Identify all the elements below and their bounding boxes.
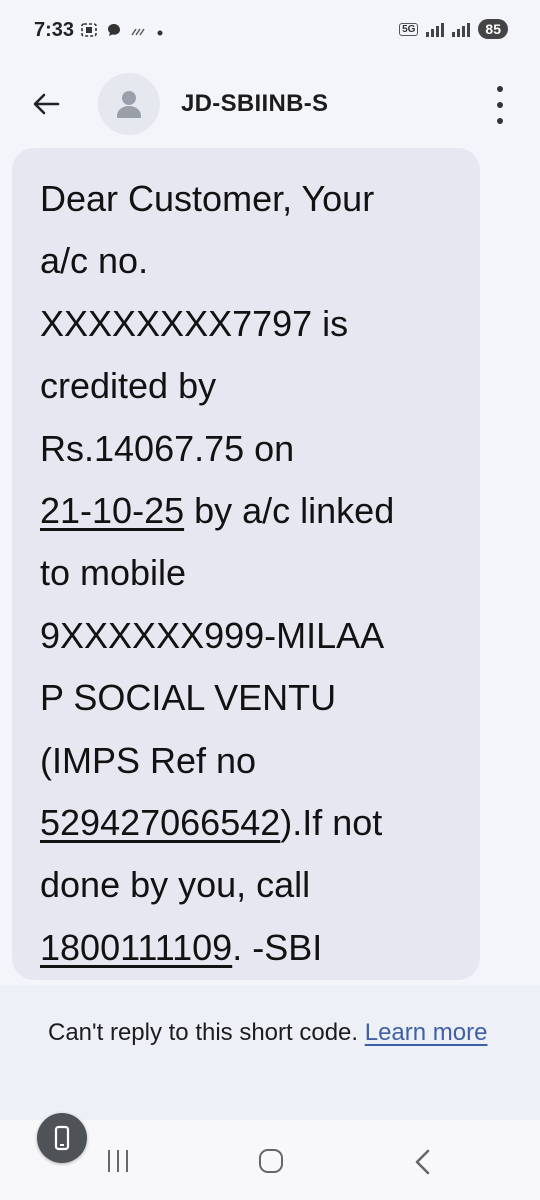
reply-note-text: Can't reply to this short code. bbox=[48, 1019, 365, 1046]
more-vertical-icon bbox=[497, 86, 503, 92]
status-notification-icons bbox=[80, 22, 164, 41]
signal-strength-icon-2 bbox=[452, 21, 471, 37]
home-button[interactable] bbox=[259, 1149, 283, 1173]
phone-screen-icon bbox=[54, 1125, 70, 1151]
conversation-header: JD-SBIINB-S bbox=[0, 64, 540, 144]
reference-number-link[interactable]: 529427066542 bbox=[40, 802, 280, 843]
date-link[interactable]: 21-10-25 bbox=[40, 490, 184, 531]
status-time: 7:33 bbox=[34, 19, 75, 41]
message-line: Rs.14067.75 on bbox=[40, 427, 295, 469]
date-suffix: by a/c linked bbox=[184, 490, 395, 532]
reply-note-panel bbox=[0, 985, 540, 1120]
conversation-title[interactable]: JD-SBIINB-S bbox=[181, 90, 328, 118]
phone-number-link[interactable]: 1800111109 bbox=[40, 927, 232, 968]
message-line: Dear Customer, Your bbox=[40, 178, 375, 219]
message-line: to mobile bbox=[40, 552, 187, 594]
message-line: a/c no. bbox=[40, 240, 149, 282]
message-line-phone: 1800111109. -SBI bbox=[40, 917, 470, 979]
signal-waves-icon bbox=[130, 24, 148, 40]
ref-suffix: ).If not bbox=[280, 802, 383, 844]
message-line: XXXXXXXX7797 is bbox=[40, 302, 349, 344]
battery-level: 85 bbox=[478, 19, 508, 39]
message-text[interactable]: Dear Customer, Your a/c no. XXXXXXXX7797… bbox=[40, 168, 470, 979]
arrow-left-icon bbox=[33, 93, 60, 115]
message-line-ref: 529427066542).If not bbox=[40, 792, 470, 854]
message-line: credited by bbox=[40, 365, 217, 407]
nav-back-button[interactable] bbox=[413, 1148, 433, 1181]
back-button[interactable] bbox=[26, 84, 66, 124]
avatar[interactable] bbox=[98, 73, 160, 135]
status-system-icons: 5G 85 bbox=[399, 19, 508, 39]
person-icon bbox=[117, 91, 141, 118]
more-options-button[interactable] bbox=[490, 86, 510, 124]
signal-strength-icon bbox=[426, 21, 445, 37]
floating-phone-button[interactable] bbox=[37, 1113, 87, 1163]
chat-bubble-icon bbox=[106, 22, 122, 41]
message-line: 9XXXXXX999-MILAA bbox=[40, 614, 385, 656]
chevron-left-icon bbox=[415, 1149, 430, 1175]
reply-note: Can't reply to this short code. Learn mo… bbox=[48, 1014, 498, 1052]
message-line: done by you, call bbox=[40, 864, 311, 906]
dot-icon bbox=[156, 24, 164, 40]
recent-apps-button[interactable] bbox=[108, 1150, 128, 1172]
screenshot-icon bbox=[80, 22, 98, 41]
message-line-date: 21-10-25 by a/c linked bbox=[40, 480, 470, 542]
message-line: (IMPS Ref no bbox=[40, 739, 257, 781]
learn-more-link[interactable]: Learn more bbox=[365, 1019, 488, 1046]
message-line: P SOCIAL VENTU bbox=[40, 677, 337, 719]
status-bar: 7:33 5G 85 bbox=[0, 0, 540, 62]
network-type-icon: 5G bbox=[399, 22, 419, 36]
phone-suffix: . -SBI bbox=[232, 926, 323, 968]
